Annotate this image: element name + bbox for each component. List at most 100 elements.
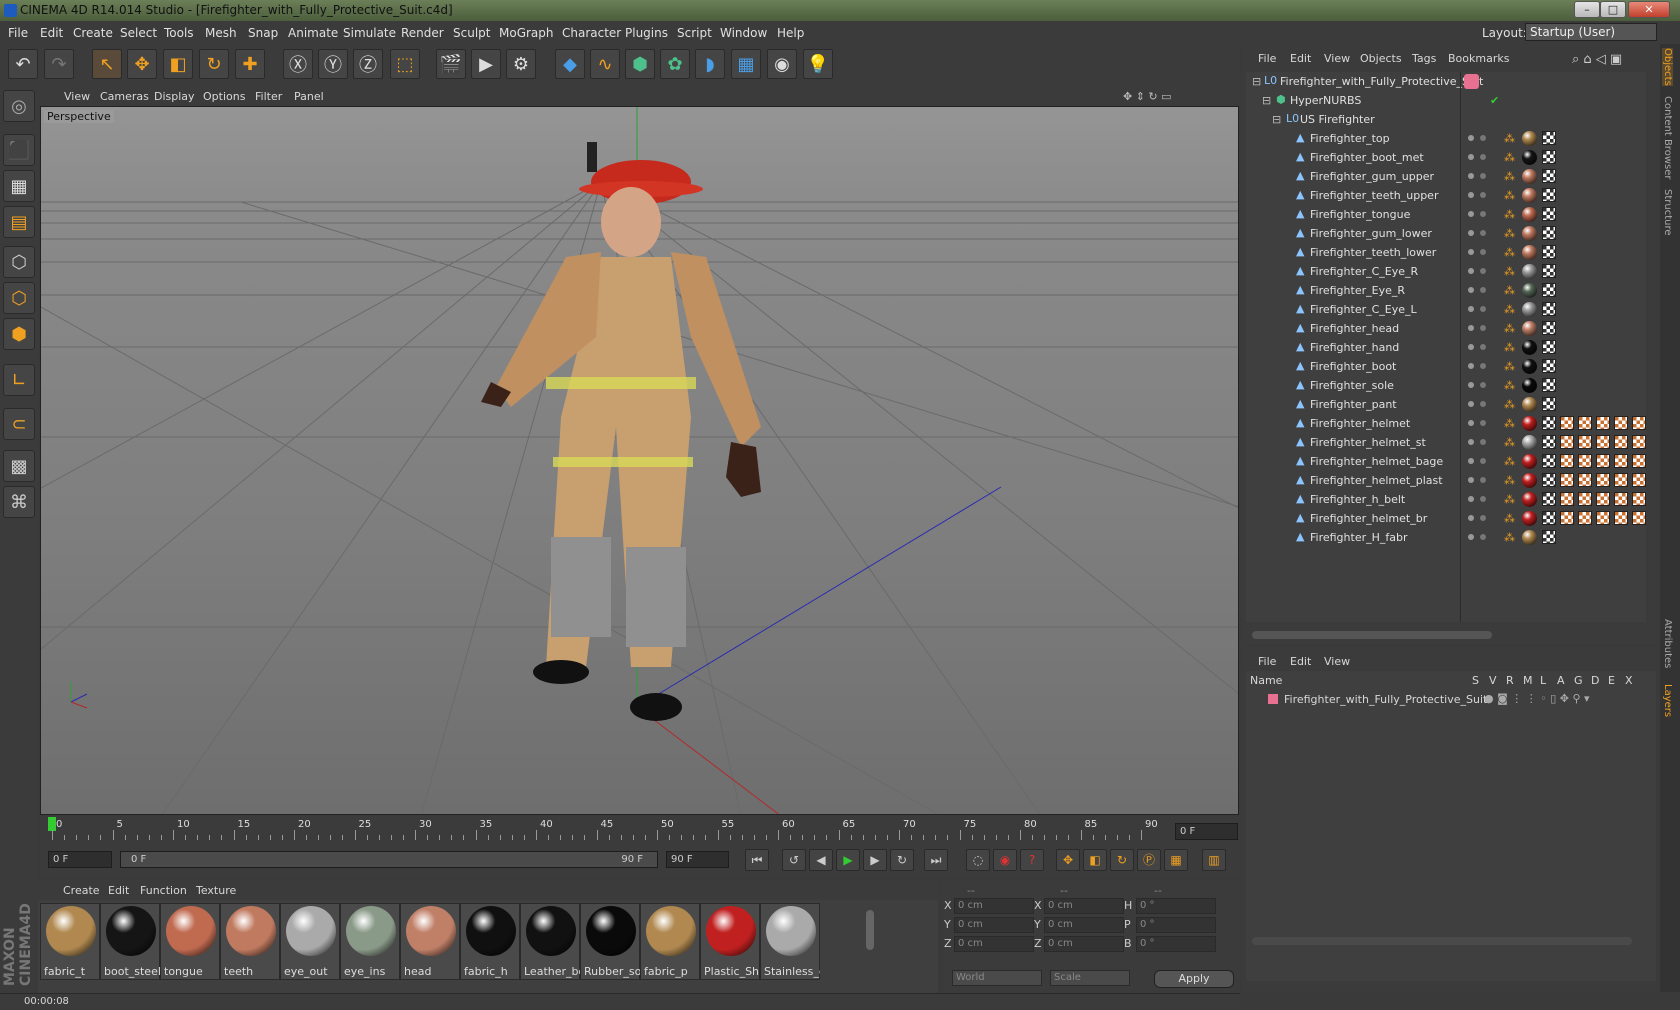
tab-content-browser[interactable]: Content Browser: [1662, 96, 1673, 179]
axis-mode-icon[interactable]: ∟: [3, 364, 35, 396]
layer-column-header[interactable]: E: [1608, 674, 1615, 687]
render-visibility-dot[interactable]: [1480, 477, 1486, 483]
tree-row-object[interactable]: ▲ Firefighter_C_Eye_L ⁂: [1246, 300, 1646, 319]
coord-value-field[interactable]: 0 cm: [1044, 898, 1124, 914]
tree-row-object[interactable]: ▲ Firefighter_teeth_upper ⁂: [1246, 186, 1646, 205]
render-visibility-dot[interactable]: [1480, 363, 1486, 369]
vp-menu-filter[interactable]: Filter: [255, 90, 282, 103]
material-tag-icon[interactable]: [1522, 207, 1537, 222]
render-visibility-dot[interactable]: [1480, 287, 1486, 293]
uvw-tag-icon[interactable]: [1542, 207, 1556, 221]
texture-tag-icon[interactable]: [1614, 454, 1628, 468]
render-visibility-dot[interactable]: [1480, 344, 1486, 350]
uvw-tag-icon[interactable]: [1542, 397, 1556, 411]
material-tag-icon[interactable]: [1522, 283, 1537, 298]
layer-flag-icons[interactable]: ● ◙ ⋮ ⋮ ◦ ▯ ✥ ⚲ ▾: [1484, 692, 1590, 705]
phong-tag-icon[interactable]: ⁂: [1504, 284, 1515, 297]
camera-icon[interactable]: ◉: [767, 49, 797, 79]
editor-visibility-dot[interactable]: [1468, 230, 1474, 236]
apply-button[interactable]: Apply: [1154, 970, 1234, 988]
menu-snap[interactable]: Snap: [248, 26, 278, 40]
timeline[interactable]: 0 5 10 15 20 25 30 35 40 45 50 55 60 65 70 75 80 85 90 0 F: [40, 815, 1240, 845]
tree-row-object[interactable]: ▲ Firefighter_boot ⁂: [1246, 357, 1646, 376]
texture-tag-icon[interactable]: [1614, 492, 1628, 506]
mat-menu-texture[interactable]: Texture: [196, 884, 236, 897]
layer-menu-file[interactable]: File: [1258, 655, 1276, 668]
material-tag-icon[interactable]: [1522, 188, 1537, 203]
texture-tag-icon[interactable]: [1596, 492, 1610, 506]
uvw-tag-icon[interactable]: [1542, 359, 1556, 373]
tree-row-group[interactable]: ⊟ L0 US Firefighter: [1246, 110, 1646, 129]
menu-edit[interactable]: Edit: [40, 26, 63, 40]
material-swatch[interactable]: eye_ins: [340, 903, 400, 980]
material-swatch[interactable]: Stainless_d: [760, 903, 820, 980]
coord-value-field[interactable]: 0 °: [1136, 917, 1216, 933]
layer-column-header[interactable]: M: [1523, 674, 1533, 687]
uvw-tag-icon[interactable]: [1542, 321, 1556, 335]
menu-select[interactable]: Select: [120, 26, 157, 40]
material-tag-icon[interactable]: [1522, 530, 1537, 545]
key-rotation-icon[interactable]: ↻: [1110, 849, 1134, 871]
tab-structure[interactable]: Structure: [1662, 189, 1673, 236]
editor-visibility-dot[interactable]: [1468, 496, 1474, 502]
texture-tag-icon[interactable]: [1596, 435, 1610, 449]
texture-tag-icon[interactable]: [1578, 511, 1592, 525]
material-swatch[interactable]: Rubber_so: [580, 903, 640, 980]
menu-mesh[interactable]: Mesh: [205, 26, 237, 40]
render-visibility-dot[interactable]: [1480, 211, 1486, 217]
timeline-window-icon[interactable]: ▥: [1202, 849, 1226, 871]
uvw-tag-icon[interactable]: [1542, 473, 1556, 487]
obj-menu-view[interactable]: View: [1324, 52, 1350, 65]
texture-tag-icon[interactable]: [1596, 454, 1610, 468]
phong-tag-icon[interactable]: ⁂: [1504, 322, 1515, 335]
uvw-tag-icon[interactable]: [1542, 150, 1556, 164]
editor-visibility-dot[interactable]: [1468, 154, 1474, 160]
start-frame-field[interactable]: 0 F: [48, 851, 112, 868]
texture-tag-icon[interactable]: [1596, 416, 1610, 430]
tree-row-object[interactable]: ▲ Firefighter_pant ⁂: [1246, 395, 1646, 414]
tree-row-object[interactable]: ▲ Firefighter_helmet_bage ⁂: [1246, 452, 1646, 471]
phong-tag-icon[interactable]: ⁂: [1504, 189, 1515, 202]
texture-tag-icon[interactable]: [1578, 416, 1592, 430]
editor-visibility-dot[interactable]: [1468, 192, 1474, 198]
material-swatch[interactable]: tongue: [160, 903, 220, 980]
tree-row-object[interactable]: ▲ Firefighter_C_Eye_R ⁂: [1246, 262, 1646, 281]
render-settings-icon[interactable]: ⚙: [506, 49, 536, 79]
phong-tag-icon[interactable]: ⁂: [1504, 303, 1515, 316]
x-axis-icon[interactable]: Ⓧ: [283, 49, 313, 79]
polygons-mode-icon[interactable]: ⬢: [3, 318, 35, 350]
editor-visibility-dot[interactable]: [1468, 458, 1474, 464]
phong-tag-icon[interactable]: ⁂: [1504, 246, 1515, 259]
tree-row-object[interactable]: ▲ Firefighter_helmet_plast ⁂: [1246, 471, 1646, 490]
obj-menu-tags[interactable]: Tags: [1412, 52, 1436, 65]
material-scrollbar[interactable]: [866, 910, 874, 950]
material-tag-icon[interactable]: [1522, 264, 1537, 279]
vp-menu-display[interactable]: Display: [154, 90, 195, 103]
material-tag-icon[interactable]: [1522, 454, 1537, 469]
layer-menu-edit[interactable]: Edit: [1290, 655, 1311, 668]
uvw-tag-icon[interactable]: [1542, 245, 1556, 259]
editor-visibility-dot[interactable]: [1468, 382, 1474, 388]
vp-menu-cameras[interactable]: Cameras: [100, 90, 149, 103]
check-icon[interactable]: ✔: [1490, 94, 1499, 107]
menu-render[interactable]: Render: [401, 26, 444, 40]
key-scale-icon[interactable]: ◧: [1083, 849, 1107, 871]
uvw-tag-icon[interactable]: [1542, 454, 1556, 468]
render-visibility-dot[interactable]: [1480, 515, 1486, 521]
key-pla-icon[interactable]: ▦: [1164, 849, 1188, 871]
coords-world-select[interactable]: World: [952, 970, 1042, 986]
uvw-tag-icon[interactable]: [1542, 378, 1556, 392]
uvw-tag-icon[interactable]: [1542, 283, 1556, 297]
layer-column-header[interactable]: X: [1625, 674, 1633, 687]
menu-sculpt[interactable]: Sculpt: [453, 26, 490, 40]
layer-row[interactable]: Firefighter_with_Fully_Protective_Suit ●…: [1246, 690, 1656, 709]
render-visibility-dot[interactable]: [1480, 382, 1486, 388]
tree-row-object[interactable]: ▲ Firefighter_helmet ⁂: [1246, 414, 1646, 433]
layer-horizontal-scrollbar[interactable]: [1252, 937, 1632, 945]
phong-tag-icon[interactable]: ⁂: [1504, 341, 1515, 354]
texture-tag-icon[interactable]: [1614, 511, 1628, 525]
layer-menu-view[interactable]: View: [1324, 655, 1350, 668]
nurbs-icon[interactable]: ⬢: [625, 49, 655, 79]
render-visibility-dot[interactable]: [1480, 173, 1486, 179]
current-frame-field[interactable]: 0 F: [1175, 823, 1238, 840]
